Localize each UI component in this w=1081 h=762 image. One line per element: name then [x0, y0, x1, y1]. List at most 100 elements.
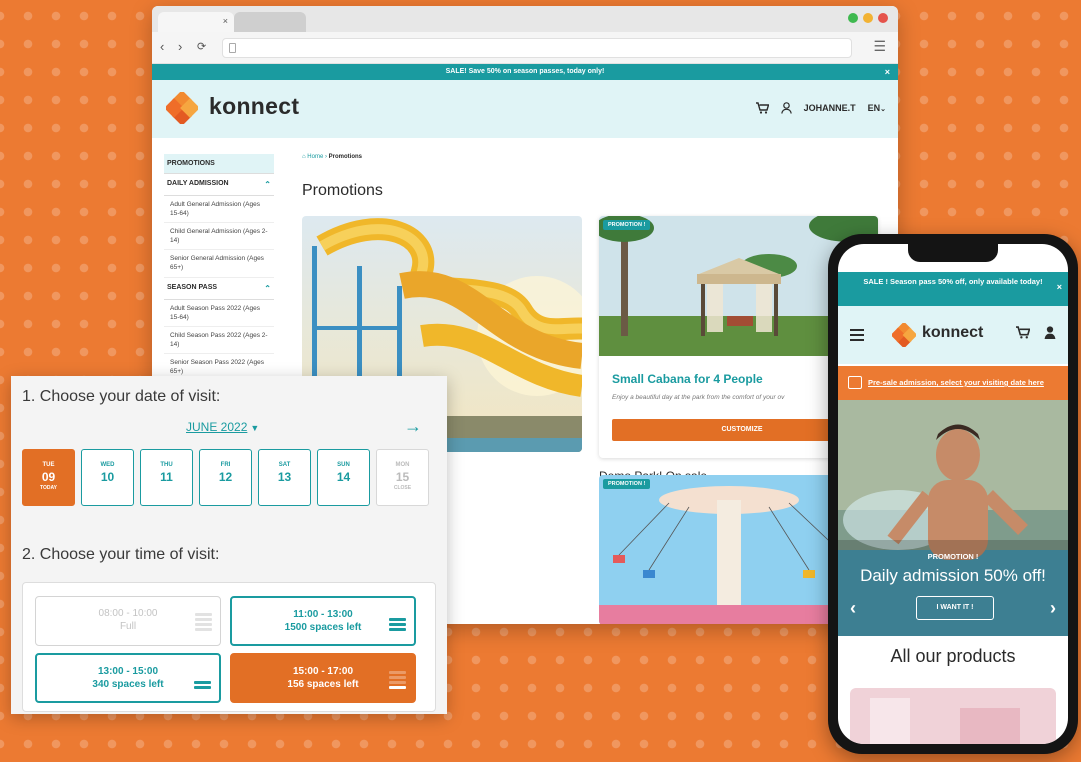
cart-icon[interactable]	[1016, 326, 1030, 339]
reload-icon[interactable]: ⟳	[197, 40, 206, 53]
browser-menu-icon[interactable]: ☰	[873, 38, 886, 55]
chevron-down-icon: ⌄	[880, 106, 886, 113]
sidebar-group-daily-admission[interactable]: DAILY ADMISSION ⌃	[164, 174, 274, 196]
product-photo	[850, 688, 1056, 744]
brand-name[interactable]: konnect	[209, 93, 299, 120]
sidebar-group-season-pass[interactable]: SEASON PASS ⌃	[164, 278, 274, 300]
window-close-button[interactable]	[878, 13, 888, 23]
day-date: 09	[41, 470, 56, 484]
card-description: Enjoy a beautiful day at the park from t…	[612, 394, 785, 401]
mobile-header: konnect	[838, 306, 1068, 364]
tab-strip: ×	[152, 6, 898, 32]
day-thu-11[interactable]: THU 11	[140, 449, 193, 506]
month-selector[interactable]: JUNE 2022 ▼	[186, 420, 259, 434]
carousel-prev-icon[interactable]: ‹	[850, 598, 856, 619]
mobile-screen: SALE ! Season pass 50% off, only availab…	[838, 244, 1068, 744]
mobile-hero-banner: PROMOTION ! Daily admission 50% off! I W…	[838, 400, 1068, 636]
sale-banner-close-icon[interactable]: ×	[885, 64, 890, 80]
phone-notch	[908, 244, 998, 262]
slot-status: 1500 spaces left	[284, 621, 362, 633]
day-name: SUN	[337, 462, 350, 468]
slot-status: Full	[119, 620, 137, 632]
presale-date-link[interactable]: Pre-sale admission, select your visiting…	[838, 366, 1068, 400]
mobile-sale-banner-text: SALE ! Season pass 50% off, only availab…	[863, 277, 1043, 286]
mobile-sale-banner: SALE ! Season pass 50% off, only availab…	[838, 272, 1068, 306]
capacity-bars-icon	[389, 618, 406, 633]
time-section-heading: 2. Choose your time of visit:	[22, 546, 220, 563]
day-date: 15	[395, 470, 410, 484]
time-slot-13-15[interactable]: 13:00 - 15:00 340 spaces left	[35, 653, 221, 703]
mobile-header-actions	[1016, 326, 1056, 339]
day-label: CLOSE	[393, 485, 412, 491]
forward-icon[interactable]: ›	[178, 39, 182, 54]
slot-status: 340 spaces left	[92, 678, 164, 690]
sidebar-item-child-season-pass[interactable]: Child Season Pass 2022 (Ages 2-14)	[164, 327, 274, 354]
header-actions: JOHANNE.T EN⌄	[755, 102, 886, 114]
username-label[interactable]: JOHANNE.T	[804, 103, 856, 113]
page-title: Promotions	[302, 182, 383, 199]
time-slots-container: 08:00 - 10:00 Full 11:00 - 13:00 1500 sp…	[22, 582, 436, 712]
day-tue-09[interactable]: TUE 09 TODAY	[22, 449, 75, 506]
sale-banner-text: SALE! Save 50% on season passes, today o…	[445, 68, 605, 75]
caret-down-icon: ▼	[250, 423, 260, 433]
user-icon[interactable]	[780, 102, 792, 114]
presale-link-text: Pre-sale admission, select your visiting…	[868, 378, 1044, 387]
user-icon[interactable]	[1044, 326, 1056, 339]
address-bar[interactable]	[222, 38, 852, 58]
mobile-brand-name[interactable]: konnect	[922, 324, 983, 342]
slot-status: 156 spaces left	[287, 678, 359, 690]
capacity-bars-icon	[195, 613, 212, 633]
konnect-logo-icon[interactable]	[166, 92, 198, 124]
time-slot-08-10: 08:00 - 10:00 Full	[35, 596, 221, 646]
slot-time: 13:00 - 15:00	[97, 666, 159, 677]
window-maximize-button[interactable]	[863, 13, 873, 23]
sidebar-item-senior-admission[interactable]: Senior General Admission (Ages 65+)	[164, 250, 274, 278]
sidebar-group-label: DAILY ADMISSION	[167, 180, 229, 187]
i-want-it-button[interactable]: I WANT IT !	[916, 596, 994, 620]
slot-time: 15:00 - 17:00	[292, 666, 354, 677]
sidebar-item-adult-season-pass[interactable]: Adult Season Pass 2022 (Ages 15-64)	[164, 300, 274, 327]
mobile-sale-close-icon[interactable]: ×	[1057, 282, 1062, 294]
konnect-logo-icon[interactable]	[892, 323, 916, 347]
site-header: konnect JOHANNE.T EN⌄	[152, 80, 898, 138]
day-fri-12[interactable]: FRI 12	[199, 449, 252, 506]
day-sun-14[interactable]: SUN 14	[317, 449, 370, 506]
sidebar-nav: PROMOTIONS DAILY ADMISSION ⌃ Adult Genera…	[164, 154, 274, 382]
hamburger-menu-icon[interactable]	[850, 329, 864, 344]
tab-close-icon[interactable]: ×	[223, 16, 228, 26]
hero-title: Daily admission 50% off!	[860, 566, 1046, 585]
browser-toolbar: ‹ › ⟳ ☰	[152, 32, 898, 64]
sale-banner: SALE! Save 50% on season passes, today o…	[152, 64, 898, 80]
language-label: EN	[867, 103, 881, 113]
day-sat-13[interactable]: SAT 13	[258, 449, 311, 506]
breadcrumb-current: Promotions	[328, 154, 362, 160]
sidebar-item-adult-admission[interactable]: Adult General Admission (Ages 15-64)	[164, 196, 274, 224]
slot-time: 11:00 - 13:00	[293, 609, 353, 620]
window-minimize-button[interactable]	[848, 13, 858, 23]
day-name: TUE	[42, 462, 55, 468]
breadcrumb-home-link[interactable]: Home	[307, 154, 323, 160]
product-thumbnail[interactable]	[850, 688, 1056, 744]
browser-tab-inactive[interactable]	[234, 12, 306, 32]
sidebar-item-promotions[interactable]: PROMOTIONS	[164, 154, 274, 174]
chevron-up-icon: ⌃	[264, 180, 271, 189]
carousel-next-icon[interactable]: ›	[1050, 598, 1056, 619]
day-name: SAT	[278, 462, 291, 468]
day-name: FRI	[220, 462, 231, 468]
card-title-small-cabana[interactable]: Small Cabana for 4 People	[612, 372, 763, 386]
day-date: 14	[336, 470, 351, 484]
chevron-up-icon: ⌃	[264, 283, 271, 293]
day-date: 12	[218, 470, 233, 484]
time-slot-15-17[interactable]: 15:00 - 17:00 156 spaces left	[230, 653, 416, 703]
mobile-phone-frame: SALE ! Season pass 50% off, only availab…	[828, 234, 1078, 754]
time-slot-11-13[interactable]: 11:00 - 13:00 1500 spaces left	[230, 596, 416, 646]
browser-tab-active[interactable]: ×	[158, 12, 234, 32]
cart-icon[interactable]	[755, 102, 769, 114]
language-selector[interactable]: EN⌄	[868, 103, 886, 113]
breadcrumb: ⌂ Home › Promotions	[302, 154, 362, 160]
sidebar-group-label: SEASON PASS	[167, 283, 218, 291]
sidebar-item-child-admission[interactable]: Child General Admission (Ages 2-14)	[164, 223, 274, 251]
next-week-arrow-icon[interactable]: →	[404, 416, 422, 437]
back-icon[interactable]: ‹	[160, 39, 164, 54]
day-wed-10[interactable]: WED 10	[81, 449, 134, 506]
